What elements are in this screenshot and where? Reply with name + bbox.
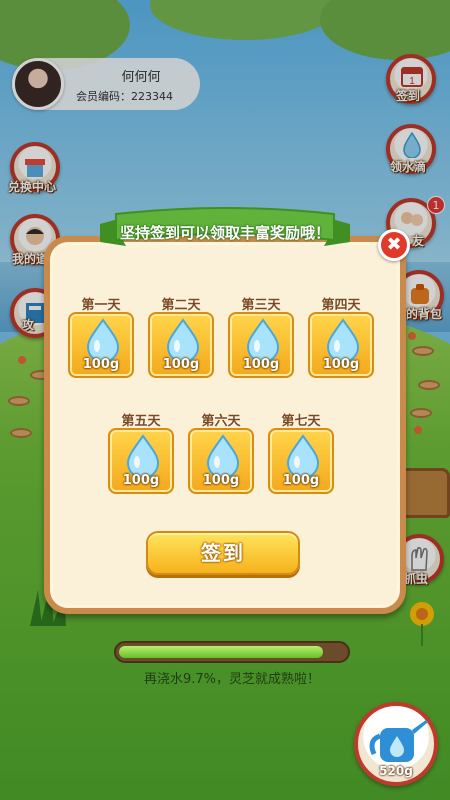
reward-tile[interactable]: 100g [308,312,374,378]
reward-amount: 100g [322,357,360,372]
day-reward-card[interactable]: 第二天 100g [148,294,214,378]
reward-tile[interactable]: 100g [228,312,294,378]
water-drop-icon [206,434,240,478]
sign-in-button[interactable]: 签到 [146,531,300,575]
reward-amount: 100g [122,473,160,488]
progress-fill [119,646,324,658]
day-label: 第四天 [321,298,361,313]
water-drop-icon [86,318,120,362]
water-drop-icon [246,318,280,362]
reward-amount: 100g [202,473,240,488]
water-drop-icon [166,318,200,362]
day-label: 第一天 [81,298,121,313]
day-reward-card[interactable]: 第六天 100g [188,410,254,494]
day-reward-card[interactable]: 第四天 100g [308,294,374,378]
day-label: 第七天 [281,414,321,429]
water-drop-icon [126,434,160,478]
reward-tile[interactable]: 100g [148,312,214,378]
day-label: 第五天 [121,414,161,429]
water-drop-icon [286,434,320,478]
reward-amount: 100g [282,473,320,488]
day-reward-card[interactable]: 第三天 100g [228,294,294,378]
growth-progress-bar [114,641,350,663]
reward-tile[interactable]: 100g [268,428,334,494]
reward-amount: 100g [82,357,120,372]
water-drop-icon [326,318,360,362]
close-button[interactable]: ✖ [378,229,410,261]
day-label: 第二天 [161,298,201,313]
growth-message: 再浇水9.7%，灵芝就成熟啦！ [143,672,321,687]
watering-can-icon [369,720,428,762]
reward-tile[interactable]: 100g [68,312,134,378]
day-label: 第三天 [241,298,281,313]
day-label: 第六天 [201,414,241,429]
reward-amount: 100g [242,357,280,372]
reward-amount: 100g [162,357,200,372]
day-reward-card[interactable]: 第一天 100g [68,294,134,378]
reward-tile[interactable]: 100g [188,428,254,494]
reward-tile[interactable]: 100g [108,428,174,494]
day-reward-card[interactable]: 第七天 100g [268,410,334,494]
day-reward-card[interactable]: 第五天 100g [108,410,174,494]
banner-title: 坚持签到可以领取丰富奖励哦！ [119,224,330,242]
water-amount: 520g [379,764,413,778]
